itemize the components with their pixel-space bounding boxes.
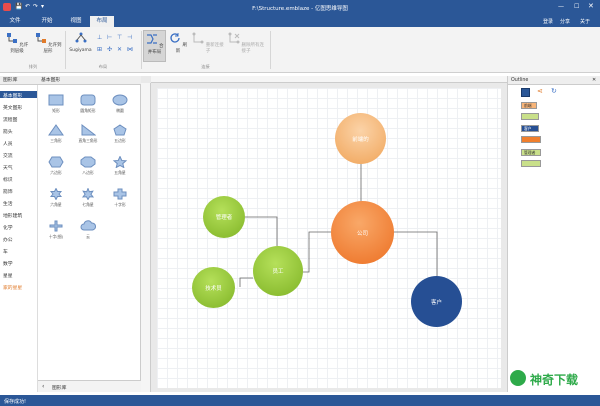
outline-tag[interactable] xyxy=(521,160,541,167)
outline-tag[interactable]: 前端 xyxy=(521,102,537,109)
connector-company-employee xyxy=(303,231,331,273)
status-bar: 保存成功! xyxy=(0,395,600,406)
node-tech[interactable]: 技术员 xyxy=(192,267,235,308)
refresh-outline-icon[interactable]: ↻ xyxy=(551,87,557,95)
node-company[interactable]: 公司 xyxy=(331,201,394,264)
outline-tag[interactable]: 客户 xyxy=(521,125,539,132)
watermark: 神奇下载 xyxy=(510,368,590,390)
node-customer[interactable]: 客户 xyxy=(411,276,462,327)
watermark-text: 神奇下载 xyxy=(530,373,579,387)
outline-header: Outline xyxy=(508,76,600,85)
close-panel-icon[interactable]: ✕ xyxy=(592,77,596,83)
node-top[interactable]: 前端的 xyxy=(335,113,386,164)
node-employee[interactable]: 员工 xyxy=(253,246,303,296)
outline-view-icon[interactable] xyxy=(521,88,530,97)
watermark-logo-icon xyxy=(510,370,526,386)
outline-panel: Outline ✕ ⋖ ↻ 前端 客户 管理者 xyxy=(507,76,600,392)
outline-tag[interactable]: 管理者 xyxy=(521,149,541,156)
share-icon[interactable]: ⋖ xyxy=(537,87,543,95)
outline-tag[interactable] xyxy=(521,113,539,120)
connector-company-customer xyxy=(393,231,438,276)
connector-employee-manager xyxy=(245,216,278,246)
connector-employee-tech xyxy=(239,277,253,287)
outline-tag[interactable] xyxy=(521,136,541,143)
status-text: 保存成功! xyxy=(4,399,27,405)
node-manager[interactable]: 管理者 xyxy=(203,196,245,238)
